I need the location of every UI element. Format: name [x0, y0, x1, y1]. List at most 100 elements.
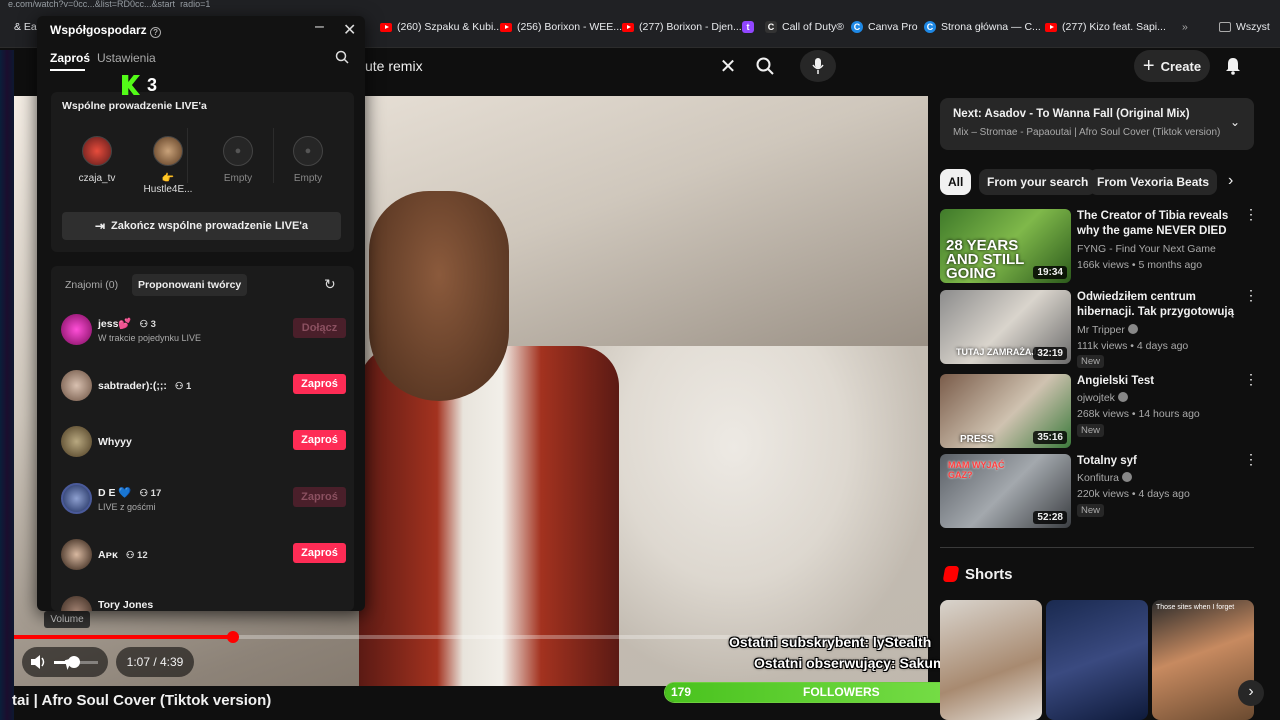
video-title[interactable]: Odwiedziłem centrum hibernacji. Tak przy… — [1077, 290, 1237, 321]
clear-search-icon[interactable]: ✕ — [717, 54, 739, 78]
bookmark-label: Strona główna — C... — [941, 21, 1041, 33]
bookmark-label: Call of Duty® — [782, 21, 845, 33]
tab-suggested-creators[interactable]: Proponowani twórcy — [132, 274, 248, 296]
creator-name: Tory Jones — [98, 599, 154, 611]
bookmark-item[interactable]: (260) Szpaku & Kubi... — [380, 21, 502, 33]
kick-viewer-count: 3 — [147, 75, 158, 95]
followers-label: FOLLOWERS — [803, 685, 880, 699]
chip-from-your-search[interactable]: From your search — [979, 169, 1097, 195]
video-title[interactable]: The Creator of Tibia reveals why the gam… — [1077, 209, 1237, 239]
followers-current: 179 — [671, 685, 692, 699]
video-title[interactable]: Angielski Test — [1077, 374, 1237, 389]
channel-name[interactable]: ojwojtek — [1077, 392, 1128, 404]
chevron-down-icon[interactable]: ⌄ — [1230, 115, 1240, 129]
bookmark-item[interactable]: C Strona główna — C... — [924, 21, 1041, 33]
recommendation-item[interactable]: PRESS 35:16 Angielski Test ojwojtek 268k… — [940, 372, 1258, 450]
video-thumbnail[interactable]: 28 YEARS AND STILL GOING 19:34 — [940, 209, 1071, 283]
video-meta: 111k views • 4 days ago — [1077, 340, 1189, 352]
channel-name[interactable]: Konfitura — [1077, 472, 1132, 484]
chevron-right-icon[interactable]: › — [1238, 680, 1264, 706]
speaker-icon[interactable] — [30, 654, 48, 675]
video-meta: 166k views • 5 months ago — [1077, 259, 1203, 271]
tab-invite[interactable]: Zaproś — [50, 51, 90, 65]
creator-name-text: jess💕 — [98, 318, 132, 330]
video-title[interactable]: Totalny syf — [1077, 454, 1237, 469]
youtube-icon — [380, 22, 392, 32]
video-thumbnail[interactable]: PRESS 35:16 — [940, 374, 1071, 448]
tab-friends[interactable]: Znajomi (0) — [65, 279, 118, 291]
invite-button[interactable]: Zaproś — [293, 430, 346, 450]
last-follower-text: Ostatni obserwujący: Sakumi11 — [754, 655, 965, 671]
bookmark-folder[interactable]: Wszyst — [1219, 21, 1270, 33]
shorts-heading: Shorts — [965, 566, 1013, 583]
cohost-slot-empty[interactable]: ● Empty — [278, 136, 338, 184]
notifications-bell-icon[interactable] — [1222, 55, 1244, 77]
bookmark-label: Canva Pro — [868, 21, 918, 33]
url-bar[interactable]: e.com/watch?v=0cc...&list=RD0cc...&start… — [0, 0, 1280, 8]
chevron-right-icon[interactable]: › — [1228, 172, 1233, 190]
join-button[interactable]: Dołącz — [293, 318, 346, 338]
video-meta: 220k views • 4 days ago — [1077, 488, 1190, 500]
microphone-icon[interactable] — [800, 50, 836, 82]
short-thumbnail[interactable] — [1046, 600, 1148, 720]
help-icon[interactable]: ? — [150, 27, 162, 38]
chip-from-channel[interactable]: From Vexoria Beats — [1089, 169, 1218, 195]
volume-tooltip: Volume — [44, 611, 90, 628]
channel-name[interactable]: FYNG - Find Your Next Game — [1077, 243, 1216, 255]
duration-badge: 52:28 — [1033, 511, 1067, 524]
end-cohost-button[interactable]: ⇥ Zakończ wspólne prowadzenie LIVE'a — [62, 212, 341, 240]
tab-settings[interactable]: Ustawienia — [97, 51, 156, 65]
verified-icon — [1117, 392, 1128, 402]
bookmark-item[interactable]: C Call of Duty® — [765, 21, 844, 33]
invite-button[interactable]: Zaproś — [293, 374, 346, 394]
creator-row: D E 💙 ⚇ 17 LIVE z gośćmi Zaproś — [61, 483, 346, 517]
minimize-icon[interactable]: – — [315, 18, 324, 36]
next-up-title: Next: Asadov - To Wanna Fall (Original M… — [953, 108, 1190, 120]
short-thumbnail[interactable] — [940, 600, 1042, 720]
shorts-icon — [942, 566, 960, 582]
more-options-icon[interactable]: ⋮ — [1244, 207, 1258, 221]
recommendation-item[interactable]: 28 YEARS AND STILL GOING 19:34 The Creat… — [940, 207, 1258, 285]
cohost-slot[interactable]: czaja_tv — [67, 136, 127, 184]
plus-icon: + — [1142, 54, 1155, 77]
search-icon[interactable] — [335, 50, 349, 69]
screen: e.com/watch?v=0cc...&list=RD0cc...&start… — [0, 0, 1280, 720]
channel-name[interactable]: Mr Tripper — [1077, 324, 1138, 336]
bookmark-label: (260) Szpaku & Kubi... — [397, 21, 503, 33]
more-options-icon[interactable]: ⋮ — [1244, 452, 1258, 466]
viewer-count-value: 1 — [186, 381, 192, 392]
bookmark-item[interactable]: C Canva Pro — [851, 21, 918, 33]
short-thumbnail[interactable]: Those sites when I forget — [1152, 600, 1254, 720]
youtube-icon — [622, 22, 634, 32]
avatar — [61, 596, 92, 611]
cohost-slot[interactable]: 👉 Hustle4E... — [138, 136, 198, 195]
cohost-slot-empty[interactable]: ● Empty — [208, 136, 268, 184]
bookmark-item[interactable]: (256) Borixon - WEE... — [500, 21, 622, 33]
bookmark-item[interactable]: (277) Kizo feat. Sapi... — [1045, 21, 1166, 33]
more-options-icon[interactable]: ⋮ — [1244, 288, 1258, 302]
create-label: Create — [1160, 58, 1202, 74]
chip-all[interactable]: All — [940, 169, 972, 195]
video-title: tai | Afro Soul Cover (Tiktok version) — [12, 692, 272, 709]
divider — [273, 128, 274, 183]
bookmark-item[interactable]: t — [742, 21, 754, 33]
more-options-icon[interactable]: ⋮ — [1244, 372, 1258, 386]
recommendation-item[interactable]: MAM WYJĄĆ GAZ? 52:28 Totalny syf Konfitu… — [940, 452, 1258, 530]
create-button[interactable]: + Create — [1134, 50, 1210, 82]
more-bookmarks-icon[interactable]: » — [1182, 21, 1188, 33]
search-icon[interactable] — [753, 54, 777, 78]
recommendation-item[interactable]: TUTAJ ZAMRAŻAJĄ L 32:19 Odwiedziłem cent… — [940, 288, 1258, 368]
empty-user-icon: ● — [223, 136, 253, 166]
next-up-card[interactable]: Next: Asadov - To Wanna Fall (Original M… — [940, 98, 1254, 150]
suggestions-section: Znajomi (0) Proponowani twórcy ↻ jess💕 ⚇ … — [51, 266, 354, 611]
video-thumbnail[interactable]: MAM WYJĄĆ GAZ? 52:28 — [940, 454, 1071, 528]
video-frame-figure-head — [369, 191, 509, 401]
creator-name: Aᴘᴋ ⚇ 12 — [98, 549, 148, 561]
refresh-icon[interactable]: ↻ — [324, 276, 336, 293]
video-thumbnail[interactable]: TUTAJ ZAMRAŻAJĄ L 32:19 — [940, 290, 1071, 364]
invite-button[interactable]: Zaproś — [293, 543, 346, 563]
bookmark-item[interactable]: (277) Borixon - Djen... — [622, 21, 742, 33]
avatar — [82, 136, 112, 166]
invite-button[interactable]: Zaproś — [293, 487, 346, 507]
close-icon[interactable]: ✕ — [343, 20, 356, 40]
